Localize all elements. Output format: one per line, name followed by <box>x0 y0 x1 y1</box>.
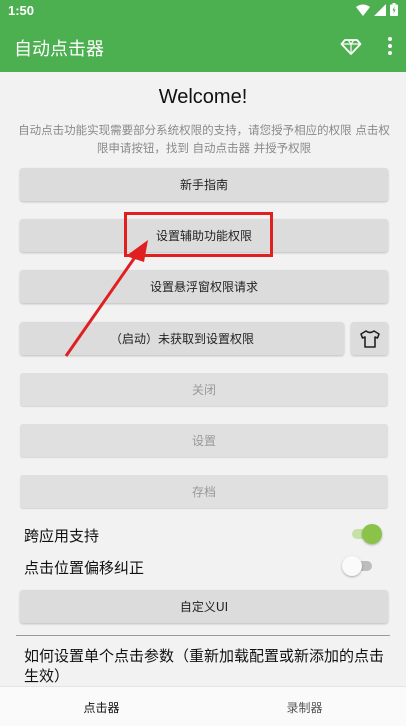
tab-recorder[interactable]: 录制器 <box>203 699 406 716</box>
cross-app-support-switch[interactable] <box>350 524 384 544</box>
divider <box>16 635 390 636</box>
bottom-navigation: 点击器 录制器 <box>0 686 406 726</box>
offset-correction-switch[interactable] <box>342 556 376 576</box>
section-help-text: 如何设置单个点击参数（重新加载配置或新添加的点击生效） <box>24 647 385 685</box>
custom-ui-button[interactable]: 自定义UI <box>20 590 388 623</box>
tab-clicker[interactable]: 点击器 <box>0 699 203 716</box>
cross-app-support-label: 跨应用支持 <box>24 527 100 545</box>
offset-correction-label: 点击位置偏移纠正 <box>24 559 145 577</box>
